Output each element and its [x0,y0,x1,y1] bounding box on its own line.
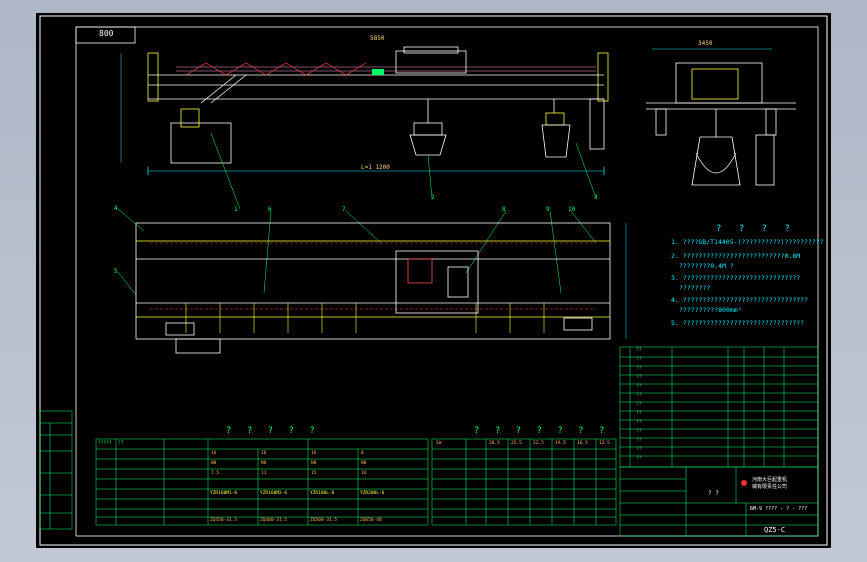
company-logo-icon [741,480,747,486]
table-cell: YZR180L-6 [310,491,335,496]
table-cell: 16 [211,451,217,456]
title-stamp: ? ? [708,490,719,497]
table-cell: ZQ650-40 [360,518,382,523]
dimension-top: 5850 [370,35,385,42]
parts-table-cell: ?? [636,402,642,407]
callout-9: 9 [546,206,550,213]
company-name-line2: 械有限责任公司 [752,484,788,490]
drawing-sheet[interactable]: 800 5850 L=1 1200 3450 1 2 3 4 5 6 7 8 9… [36,13,831,548]
table-mid-title: ? ? ? ? ? ? ? [474,426,610,436]
drawing-number: БM-9 ???? - ? - ??? [750,506,808,512]
note-line: ???????? [679,284,711,292]
parts-table-cell: ?? [636,366,642,371]
parts-table-cell: ?? [636,348,642,353]
table-cell: 16 [311,451,317,456]
leader-lines [117,132,597,296]
table-cell: ZQ350-31.5 [210,518,238,523]
parts-table-cell: ?? [636,384,642,389]
dimension-span: L=1 1200 [361,164,390,171]
parts-table-cell: ?? [636,411,642,416]
table-cell: ZQ400-31.5 [260,518,288,523]
table-cell: 22.5 [533,441,544,446]
callout-7: 7 [342,206,346,213]
table-cell: 8 [361,451,364,456]
parts-table-cell: ?? [636,429,642,434]
dimension-side: 3450 [698,40,713,47]
note-line: 3. ?????????????????????????????? [671,274,801,282]
callout-3: 3 [594,194,598,201]
notes-title: ? ? ? ? [716,224,796,234]
table-cell: Sm [436,441,442,446]
front-elevation [120,46,609,175]
note-line: 4. ???????????????????????????????? [671,296,808,304]
model-code: QZ5-C [764,526,786,534]
callout-8: 8 [502,206,506,213]
parts-table-cell: ?? [636,357,642,362]
table-cell: 7.5 [211,471,220,476]
table-left-title: ? ? ? ? ? [226,426,320,436]
table-cell: 16 [361,471,367,476]
table-cell: 25.5 [511,441,522,446]
cad-window: 800 5850 L=1 1200 3450 1 2 3 4 5 6 7 8 9… [0,0,867,562]
note-line: ????????0.4M ? [679,262,734,270]
parts-table-cell: ?? [636,393,642,398]
table-cell: N8 [361,461,367,466]
parts-table-cell: ?? [636,438,642,443]
side-view [646,48,796,186]
note-line: 2. ??????????????????????????0.8M [671,252,801,260]
table-cell: YZR160M1-6 [210,491,238,496]
callout-5: 5 [114,268,118,275]
table-cell: 16.5 [577,441,588,446]
table-cell: 11 [261,471,267,476]
callout-4: 4 [114,205,118,212]
parts-table-cell: ?? [636,420,642,425]
table-cell: 19.5 [555,441,566,446]
plan-view [135,222,627,354]
note-line: 5. ??????????????????????????????? [671,319,805,327]
table-cell: N8 [311,461,317,466]
table-cell: 16 [261,451,267,456]
parts-table-cell: ?? [636,447,642,452]
parts-table-cell: ?? [636,456,642,461]
table-cell: ?? [118,441,124,446]
table-cell: 13.5 [599,441,610,446]
callout-1: 1 [234,206,238,213]
table-cell: ZQ500-31.5 [310,518,338,523]
table-cell: YZR160M2-6 [260,491,288,496]
parts-table-cell: ?? [636,375,642,380]
table-cell: ????? [98,441,112,446]
tables [39,346,819,537]
table-cell: 28.5 [489,441,500,446]
callout-6: 6 [268,206,272,213]
table-cell: N8 [211,461,217,466]
table-cell: 15 [311,471,317,476]
company-name-line1: 河南大巨起重机 [752,477,788,483]
corner-tag: 800 [99,29,114,38]
note-line: ??????????800mm² [679,306,742,314]
table-cell: YZR200L-6 [360,491,385,496]
table-cell: N8 [261,461,267,466]
callout-10: 10 [568,206,576,213]
callout-2: 2 [431,194,435,201]
note-line: 1. ????GB/T14405-(??????????)?????????? [671,238,824,246]
